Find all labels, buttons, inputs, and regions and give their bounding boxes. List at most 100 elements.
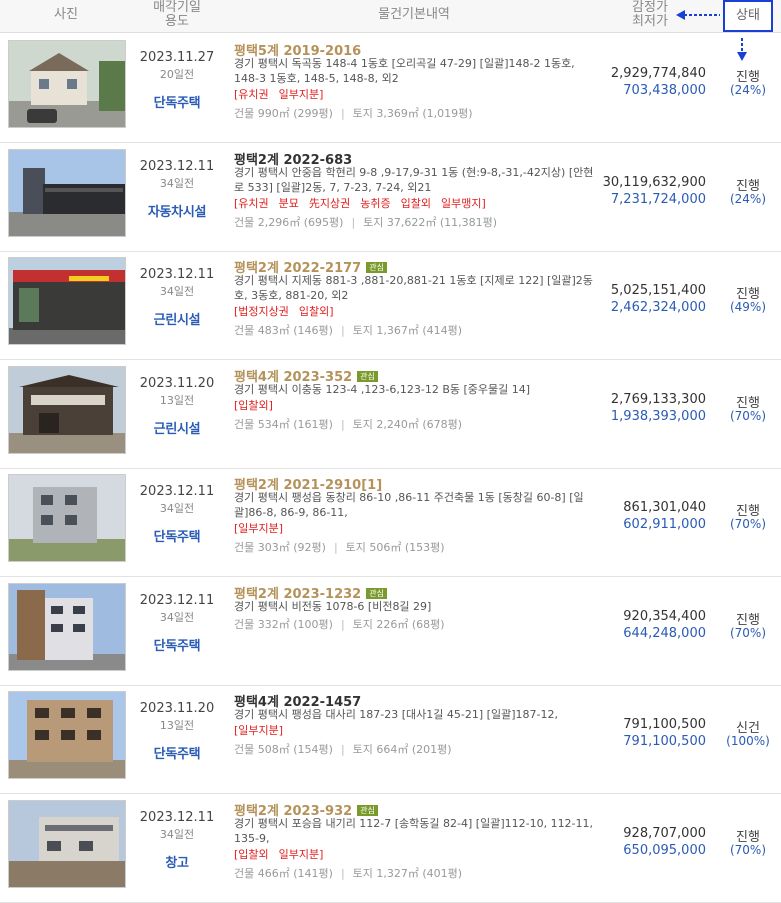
area-divider: | (340, 107, 345, 120)
area-info: 건물 303㎡ (92평) | 토지 506㎡ (153평) (234, 539, 445, 555)
area-info: 건물 990㎡ (299평) | 토지 3,369㎡ (1,019평) (234, 105, 473, 121)
appraisal-price: 861,301,040 (623, 500, 706, 515)
property-photo[interactable] (8, 583, 126, 671)
land-area: 토지 3,369㎡ (1,019평) (352, 107, 473, 120)
interest-badge: 관심 (357, 805, 378, 816)
area-divider: | (333, 541, 338, 554)
land-area: 토지 1,327㎡ (401평) (352, 867, 463, 880)
sale-date: 2023.11.20 (139, 376, 215, 391)
appraisal-price: 30,119,632,900 (602, 175, 706, 190)
right-flag: 농취증 (360, 197, 391, 210)
address: 경기 평택시 팽성읍 대사리 187-23 [대사1길 45-21] [일괄]1… (234, 708, 558, 721)
property-photo[interactable] (8, 257, 126, 345)
auction-row[interactable]: 2023.11.20 13일전 단독주택 평택4계 2022-1457 경기 평택시 팽… (0, 685, 781, 794)
area-divider: | (340, 867, 345, 880)
interest-badge: 관심 (357, 371, 378, 382)
address: 경기 평택시 비전동 1078-6 [비전8길 29] (234, 600, 432, 613)
auction-row[interactable]: 2023.12.11 34일전 자동차시설 평택2계 2022-683 경기 평택시 안… (0, 143, 781, 252)
right-flag: [입찰외] (234, 399, 273, 412)
area-info: 건물 332㎡ (100평) | 토지 226㎡ (68평) (234, 616, 445, 632)
land-area: 토지 37,622㎡ (11,381평) (363, 216, 498, 229)
minimum-percent: (24%) (729, 83, 767, 97)
property-use: 창고 (165, 856, 189, 871)
area-divider: | (340, 743, 345, 756)
auction-row[interactable]: 2023.11.27 20일전 단독주택 평택5계 2019-2016 경기 평택시 독… (0, 34, 781, 143)
property-photo[interactable] (8, 474, 126, 562)
sale-date: 2023.12.11 (139, 810, 215, 825)
property-use: 근린시설 (153, 313, 201, 328)
right-flag: [입찰외 (234, 848, 269, 861)
right-flags: [법정지상권 입찰외] (234, 305, 344, 319)
right-flag: 일부맹지] (441, 197, 486, 210)
area-info: 건물 483㎡ (146평) | 토지 1,367㎡ (414평) (234, 322, 462, 338)
header-price[interactable]: 감정가 최저가 (620, 1, 680, 33)
building-area: 건물 483㎡ (146평) (234, 324, 333, 337)
area-divider: | (340, 324, 345, 337)
right-flag: 입찰외] (298, 305, 334, 318)
address: 경기 평택시 팽성읍 동창리 86-10 ,86-11 주건축물 1동 [동창길… (234, 491, 584, 519)
building-area: 건물 332㎡ (100평) (234, 618, 333, 631)
days-ago: 13일전 (159, 719, 195, 732)
appraisal-price: 2,769,133,300 (610, 392, 706, 407)
right-flags: [일부지분] (234, 724, 293, 738)
land-area: 토지 664㎡ (201평) (352, 743, 452, 756)
minimum-percent: (70%) (729, 517, 767, 531)
days-ago: 13일전 (159, 394, 195, 407)
land-area: 토지 2,240㎡ (678평) (352, 418, 463, 431)
address: 경기 평택시 안중읍 학현리 9-8 ,9-17,9-31 1동 (현:9-8,… (234, 166, 594, 194)
minimum-percent: (70%) (729, 626, 767, 640)
address: 경기 평택시 지제동 881-3 ,881-20,881-21 1동호 [지제로… (234, 274, 593, 302)
area-divider: | (340, 418, 345, 431)
building-area: 건물 303㎡ (92평) (234, 541, 326, 554)
area-info: 건물 508㎡ (154평) | 토지 664㎡ (201평) (234, 741, 452, 757)
auction-row[interactable]: 2023.12.11 34일전 근린시설 평택2계 2022-2177 관심 경기 평택시… (0, 251, 781, 360)
auction-row[interactable]: 2023.12.11 34일전 단독주택 평택2계 2023-1232 관심 경기 평택시… (0, 577, 781, 686)
property-photo[interactable] (8, 40, 126, 128)
minimum-price: 602,911,000 (623, 517, 706, 532)
property-photo[interactable] (8, 366, 126, 454)
minimum-price: 2,462,324,000 (610, 300, 706, 315)
right-flag: 분묘 (278, 197, 299, 210)
right-flag: 先지상권 (308, 197, 351, 210)
header-date-label: 매각기일 (153, 0, 201, 15)
property-photo[interactable] (8, 691, 126, 779)
interest-badge: 관심 (366, 588, 387, 599)
property-use: 단독주택 (153, 639, 201, 654)
address: 경기 평택시 독곡동 148-4 1동호 [오리곡길 47-29] [일괄]14… (234, 57, 575, 85)
right-flags: [일부지분] (234, 522, 293, 536)
property-photo[interactable] (8, 149, 126, 237)
appraisal-price: 791,100,500 (623, 717, 706, 732)
right-flag: [법정지상권 (234, 305, 289, 318)
land-area: 토지 226㎡ (68평) (352, 618, 445, 631)
auction-row[interactable]: 2023.11.20 13일전 근린시설 평택4계 2023-352 관심 경기 평택시 … (0, 360, 781, 469)
right-flags: [유치권 일부지분] (234, 88, 333, 102)
auction-row[interactable]: 2023.12.11 34일전 창고 평택2계 2023-932 관심 경기 평택시 포승… (0, 794, 781, 903)
address: 경기 평택시 이충동 123-4 ,123-6,123-12 B동 [중우물길 … (234, 383, 531, 396)
building-area: 건물 2,296㎡ (695평) (234, 216, 344, 229)
land-area: 토지 506㎡ (153평) (345, 541, 445, 554)
right-flags: [유치권 분묘 先지상권 농취증 입찰외 일부맹지] (234, 197, 496, 211)
building-area: 건물 466㎡ (141평) (234, 867, 333, 880)
right-flag: [일부지분] (234, 522, 284, 535)
building-area: 건물 508㎡ (154평) (234, 743, 333, 756)
header-date-use[interactable]: 매각기일 용도 (130, 1, 224, 33)
header-info: 물건기본내역 (378, 7, 450, 22)
sale-date: 2023.12.11 (139, 159, 215, 174)
header-status-sort[interactable]: 상태 (723, 0, 773, 32)
auction-row[interactable]: 2023.12.11 34일전 단독주택 평택2계 2021-2910[1] 경기 평택… (0, 468, 781, 577)
appraisal-price: 2,929,774,840 (610, 66, 706, 81)
land-area: 토지 1,367㎡ (414평) (352, 324, 463, 337)
right-flag: 입찰외 (400, 197, 432, 210)
appraisal-price: 928,707,000 (623, 826, 706, 841)
property-photo[interactable] (8, 800, 126, 888)
minimum-price: 1,938,393,000 (610, 409, 706, 424)
minimum-price: 650,095,000 (623, 843, 706, 858)
property-use: 단독주택 (153, 747, 201, 762)
appraisal-price: 920,354,400 (623, 609, 706, 624)
sale-date: 2023.11.27 (139, 50, 215, 65)
list-header: 사진 매각기일 용도 물건기본내역 감정가 최저가 (0, 0, 781, 33)
sale-date: 2023.12.11 (139, 484, 215, 499)
interest-badge: 관심 (366, 262, 387, 273)
header-photo: 사진 (54, 7, 78, 22)
minimum-percent: (70%) (729, 409, 767, 423)
